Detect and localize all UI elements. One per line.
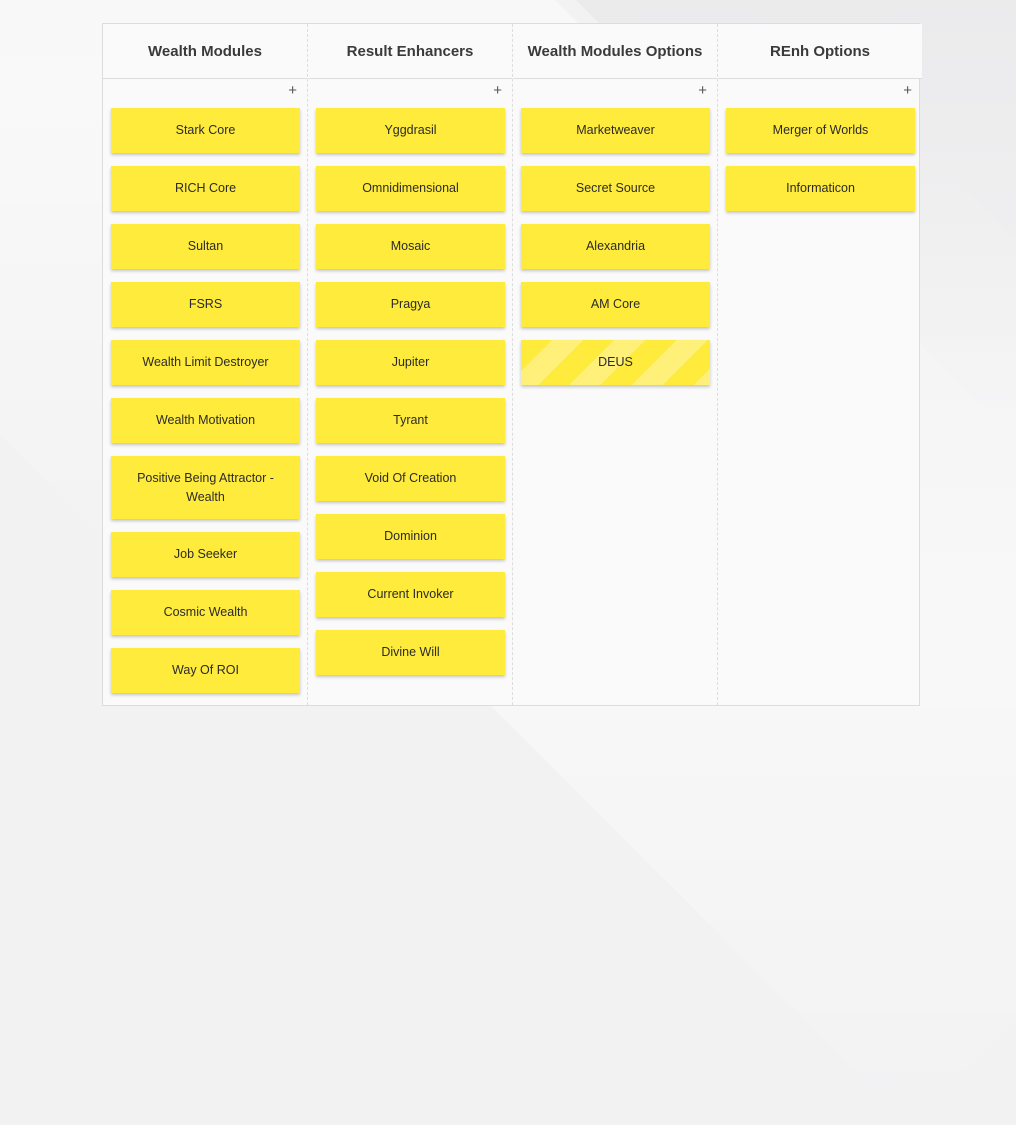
- column-wealth-modules-options: Wealth Modules Options + Marketweaver Se…: [513, 24, 718, 705]
- card[interactable]: Stark Core: [111, 108, 300, 153]
- card[interactable]: Tyrant: [316, 398, 505, 443]
- kanban-board: Wealth Modules + Stark Core RICH Core Su…: [102, 23, 922, 706]
- card[interactable]: Dominion: [316, 514, 505, 559]
- card[interactable]: Void Of Creation: [316, 456, 505, 501]
- plus-icon[interactable]: +: [288, 83, 297, 99]
- card[interactable]: Yggdrasil: [316, 108, 505, 153]
- column-wealth-modules: Wealth Modules + Stark Core RICH Core Su…: [103, 24, 308, 705]
- plus-icon[interactable]: +: [698, 83, 707, 99]
- card[interactable]: Divine Will: [316, 630, 505, 675]
- card-list: Marketweaver Secret Source Alexandria AM…: [521, 79, 710, 385]
- card[interactable]: Positive Being Attractor - Wealth: [111, 456, 300, 519]
- column-body: + Merger of Worlds Informaticon: [718, 79, 922, 705]
- card[interactable]: Wealth Motivation: [111, 398, 300, 443]
- card[interactable]: FSRS: [111, 282, 300, 327]
- card-list: Yggdrasil Omnidimensional Mosaic Pragya …: [316, 79, 505, 675]
- card-list: Merger of Worlds Informaticon: [726, 79, 915, 211]
- card[interactable]: Secret Source: [521, 166, 710, 211]
- card[interactable]: Merger of Worlds: [726, 108, 915, 153]
- card-selected[interactable]: DEUS: [521, 340, 710, 385]
- card-list: Stark Core RICH Core Sultan FSRS Wealth …: [111, 79, 300, 693]
- plus-icon[interactable]: +: [903, 83, 912, 99]
- column-body: + Marketweaver Secret Source Alexandria …: [513, 79, 717, 705]
- column-title: Result Enhancers: [308, 24, 512, 79]
- column-title: Wealth Modules: [103, 24, 307, 79]
- card[interactable]: Way Of ROI: [111, 648, 300, 693]
- card[interactable]: Marketweaver: [521, 108, 710, 153]
- card[interactable]: Wealth Limit Destroyer: [111, 340, 300, 385]
- card[interactable]: Current Invoker: [316, 572, 505, 617]
- card[interactable]: Informaticon: [726, 166, 915, 211]
- column-result-enhancers: Result Enhancers + Yggdrasil Omnidimensi…: [308, 24, 513, 705]
- card[interactable]: AM Core: [521, 282, 710, 327]
- column-renh-options: REnh Options + Merger of Worlds Informat…: [718, 24, 922, 705]
- plus-icon[interactable]: +: [493, 83, 502, 99]
- card[interactable]: Cosmic Wealth: [111, 590, 300, 635]
- card[interactable]: Mosaic: [316, 224, 505, 269]
- column-title: Wealth Modules Options: [513, 24, 717, 79]
- card[interactable]: Pragya: [316, 282, 505, 327]
- card[interactable]: Job Seeker: [111, 532, 300, 577]
- column-body: + Stark Core RICH Core Sultan FSRS Wealt…: [103, 79, 307, 705]
- card[interactable]: Sultan: [111, 224, 300, 269]
- card[interactable]: RICH Core: [111, 166, 300, 211]
- card[interactable]: Jupiter: [316, 340, 505, 385]
- column-title: REnh Options: [718, 24, 922, 79]
- column-body: + Yggdrasil Omnidimensional Mosaic Pragy…: [308, 79, 512, 705]
- card[interactable]: Omnidimensional: [316, 166, 505, 211]
- card[interactable]: Alexandria: [521, 224, 710, 269]
